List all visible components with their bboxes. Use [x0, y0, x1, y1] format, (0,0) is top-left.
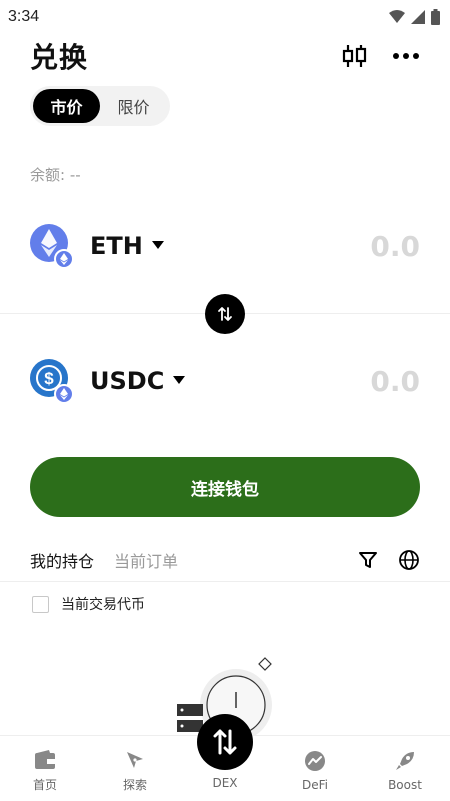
to-token-row: $ USDC 0.0 [30, 357, 420, 405]
nav-label-dex: DEX [212, 776, 238, 790]
holdings-actions [358, 549, 420, 571]
chart-icon [305, 751, 325, 771]
nav-label-defi: DeFi [302, 778, 328, 792]
nav-item-home[interactable]: 首页 [0, 736, 90, 793]
ethereum-icon [30, 224, 74, 269]
battery-icon [431, 9, 440, 25]
status-bar: 3:34 [0, 0, 450, 34]
status-icons [389, 9, 440, 25]
swap-icon [213, 729, 237, 755]
header: 兑换 [30, 36, 420, 76]
tab-my-holdings[interactable]: 我的持仓 [30, 548, 94, 572]
holdings-tabs: 我的持仓 当前订单 [30, 546, 420, 574]
tab-market[interactable]: 市价 [33, 89, 100, 123]
from-amount-input[interactable]: 0.0 [370, 230, 420, 263]
divider [0, 581, 450, 582]
to-token-selector[interactable]: $ USDC [30, 359, 186, 404]
nav-label-boost: Boost [388, 778, 422, 792]
wifi-icon [389, 10, 405, 23]
nav-item-explore[interactable]: 探索 [90, 736, 180, 793]
from-token-row: ETH 0.0 [30, 222, 420, 270]
current-token-checkbox[interactable] [32, 595, 49, 613]
header-actions [342, 43, 420, 69]
from-token-symbol: ETH [90, 232, 143, 260]
current-token-filter[interactable]: 当前交易代币 [32, 594, 145, 614]
tab-current-orders[interactable]: 当前订单 [114, 548, 178, 572]
status-time: 3:34 [8, 8, 40, 25]
chevron-down-icon [172, 372, 186, 390]
chevron-down-icon [151, 237, 165, 255]
to-amount-input[interactable]: 0.0 [370, 365, 420, 398]
to-token-symbol: USDC [90, 367, 165, 395]
swap-direction-button[interactable] [205, 294, 245, 334]
page-title: 兑换 [30, 41, 89, 74]
usdc-icon: $ [30, 359, 74, 404]
connect-wallet-button[interactable]: 连接钱包 [30, 457, 420, 517]
nav-label-explore: 探索 [122, 778, 147, 792]
more-icon[interactable] [392, 52, 420, 60]
candlestick-chart-icon[interactable] [342, 43, 368, 69]
compass-icon [127, 752, 143, 768]
rocket-icon [396, 752, 414, 770]
svg-text:$: $ [44, 369, 54, 388]
signal-icon [411, 10, 425, 24]
holdings-tab-group: 我的持仓 当前订单 [30, 548, 178, 572]
nav-label-home: 首页 [32, 778, 57, 792]
globe-icon[interactable] [398, 549, 420, 571]
current-token-filter-label: 当前交易代币 [61, 597, 145, 613]
tab-limit[interactable]: 限价 [100, 89, 167, 123]
nav-item-boost[interactable]: Boost [360, 736, 450, 792]
filter-icon[interactable] [358, 550, 378, 570]
wallet-icon [35, 750, 55, 769]
swap-arrows-icon [218, 307, 232, 321]
order-type-toggle: 市价 限价 [30, 86, 170, 126]
balance-label: 余额: -- [30, 166, 81, 184]
from-token-selector[interactable]: ETH [30, 224, 165, 269]
nav-item-defi[interactable]: DeFi [270, 736, 360, 792]
dex-swap-button[interactable] [197, 714, 253, 770]
